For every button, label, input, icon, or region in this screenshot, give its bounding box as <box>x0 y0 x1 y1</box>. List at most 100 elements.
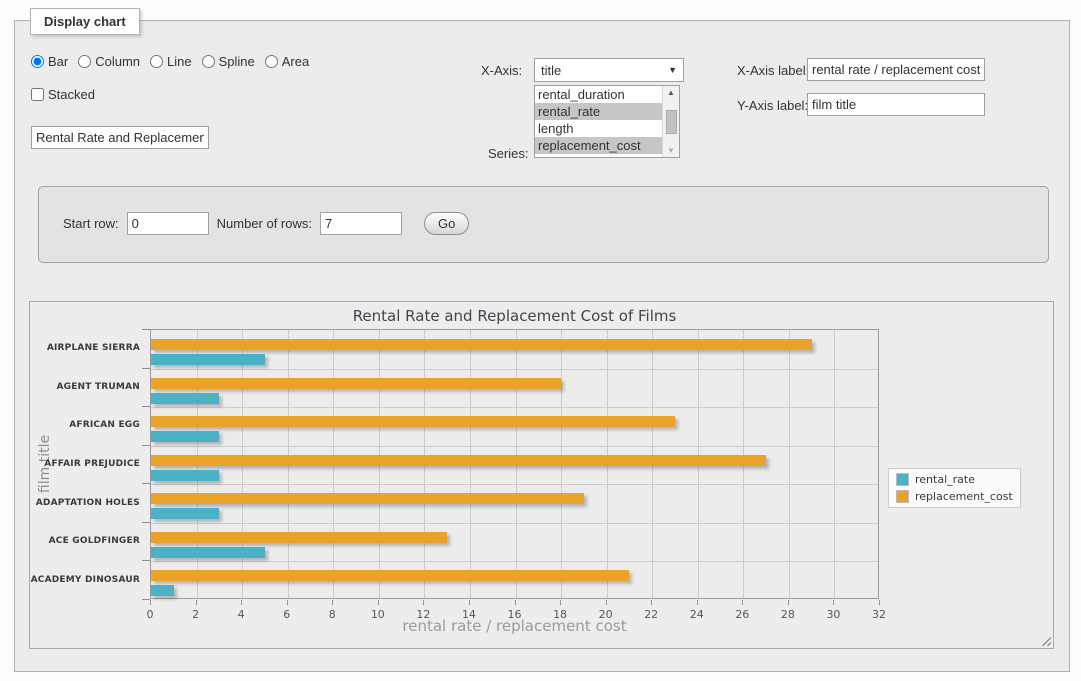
panel-legend: Display chart <box>30 8 140 35</box>
stacked-row: Stacked <box>31 87 95 102</box>
x-tick-mark <box>697 600 698 605</box>
radio-option-bar[interactable]: Bar <box>31 54 68 69</box>
x-tick-label: 16 <box>508 608 522 621</box>
x-tick-label: 20 <box>599 608 613 621</box>
radio-line[interactable] <box>150 55 163 68</box>
num-rows-label: Number of rows: <box>217 216 312 231</box>
x-tick-mark <box>287 600 288 605</box>
stacked-option[interactable]: Stacked <box>31 87 95 102</box>
x-tick-mark <box>651 600 652 605</box>
x-tick-label: 6 <box>283 608 290 621</box>
bar-rental_rate <box>151 585 174 596</box>
bar-replacement_cost <box>151 378 561 389</box>
x-axis-label-input[interactable] <box>807 58 985 81</box>
chart-title-input[interactable] <box>31 126 209 149</box>
bar-replacement_cost <box>151 570 629 581</box>
series-option[interactable]: length <box>535 120 662 137</box>
gridline-horizontal <box>151 369 878 370</box>
radio-option-line[interactable]: Line <box>150 54 192 69</box>
radio-option-area[interactable]: Area <box>265 54 309 69</box>
gridline-vertical <box>789 330 790 598</box>
y-axis-label-field-label: Y-Axis label: <box>737 98 815 113</box>
y-tick-mark <box>142 368 150 369</box>
x-tick-label: 28 <box>781 608 795 621</box>
bar-rental_rate <box>151 547 265 558</box>
plot-area <box>150 329 879 599</box>
x-axis-label-field-label: X-Axis label: <box>737 63 815 78</box>
x-tick-label: 22 <box>644 608 658 621</box>
y-tick-mark <box>142 599 150 600</box>
resize-grip-icon[interactable] <box>1039 634 1051 646</box>
x-tick-label: 10 <box>371 608 385 621</box>
legend-item: rental_rate <box>896 473 1013 486</box>
x-tick-mark <box>742 600 743 605</box>
x-axis-select[interactable]: title ▼ <box>534 58 684 82</box>
chart-legend: rental_rate replacement_cost <box>888 468 1021 508</box>
y-tick-mark <box>142 522 150 523</box>
x-tick-mark <box>332 600 333 605</box>
series-label: Series: <box>488 146 528 161</box>
scroll-up-icon[interactable]: ▲ <box>667 88 675 97</box>
num-rows-input[interactable] <box>320 212 402 235</box>
x-tick-mark <box>833 600 834 605</box>
x-tick-mark <box>788 600 789 605</box>
y-tick-mark <box>142 329 150 330</box>
x-tick-label: 26 <box>735 608 749 621</box>
radio-spline[interactable] <box>202 55 215 68</box>
row-range-box: Start row: Number of rows: Go <box>38 186 1049 263</box>
listbox-scrollbar[interactable]: ▲ ▼ <box>662 86 679 157</box>
x-tick-mark <box>515 600 516 605</box>
scrollbar-thumb[interactable] <box>666 110 677 134</box>
bar-replacement_cost <box>151 339 812 350</box>
x-tick-mark <box>606 600 607 605</box>
x-tick-mark <box>378 600 379 605</box>
radio-option-spline[interactable]: Spline <box>202 54 255 69</box>
scroll-down-icon[interactable]: ▼ <box>667 146 675 155</box>
gridline-horizontal <box>151 407 878 408</box>
x-axis-selected-value: title <box>541 63 561 78</box>
legend-label: rental_rate <box>915 473 975 486</box>
series-listbox[interactable]: rental_duration rental_rate length repla… <box>534 85 680 158</box>
y-tick-label: AFRICAN EGG <box>30 420 140 430</box>
y-axis-label-input[interactable] <box>807 93 985 116</box>
x-tick-label: 24 <box>690 608 704 621</box>
y-tick-label: AFFAIR PREJUDICE <box>30 459 140 469</box>
row-range-controls: Start row: Number of rows: Go <box>63 212 469 235</box>
x-tick-label: 18 <box>553 608 567 621</box>
display-chart-panel: Display chart Bar Column Line Spline Are… <box>14 20 1070 672</box>
bar-rental_rate <box>151 508 219 519</box>
bar-replacement_cost <box>151 455 766 466</box>
radio-bar[interactable] <box>31 55 44 68</box>
legend-label: replacement_cost <box>915 490 1013 503</box>
stacked-checkbox[interactable] <box>31 88 44 101</box>
bar-replacement_cost <box>151 493 584 504</box>
y-tick-mark <box>142 406 150 407</box>
series-option[interactable]: rental_duration <box>535 86 662 103</box>
x-tick-label: 32 <box>872 608 886 621</box>
bar-replacement_cost <box>151 532 447 543</box>
legend-swatch-replacement_cost <box>896 490 909 503</box>
x-tick-label: 30 <box>826 608 840 621</box>
bar-rental_rate <box>151 431 219 442</box>
gridline-vertical <box>834 330 835 598</box>
chart-title: Rental Rate and Replacement Cost of Film… <box>150 307 879 325</box>
start-row-input[interactable] <box>127 212 209 235</box>
x-axis-select-label: X-Axis: <box>481 63 522 78</box>
x-tick-label: 4 <box>238 608 245 621</box>
x-tick-mark <box>150 600 151 605</box>
bar-rental_rate <box>151 393 219 404</box>
radio-label: Bar <box>48 54 68 69</box>
radio-area[interactable] <box>265 55 278 68</box>
series-option[interactable]: replacement_cost <box>535 137 662 154</box>
radio-label: Spline <box>219 54 255 69</box>
radio-option-column[interactable]: Column <box>78 54 140 69</box>
series-option[interactable]: rental_rate <box>535 103 662 120</box>
y-tick-mark <box>142 445 150 446</box>
chevron-down-icon: ▼ <box>668 65 677 75</box>
chart-type-radios: Bar Column Line Spline Area <box>31 54 309 69</box>
x-tick-mark <box>560 600 561 605</box>
radio-column[interactable] <box>78 55 91 68</box>
go-button[interactable]: Go <box>424 212 469 235</box>
stacked-label: Stacked <box>48 87 95 102</box>
x-tick-mark <box>469 600 470 605</box>
